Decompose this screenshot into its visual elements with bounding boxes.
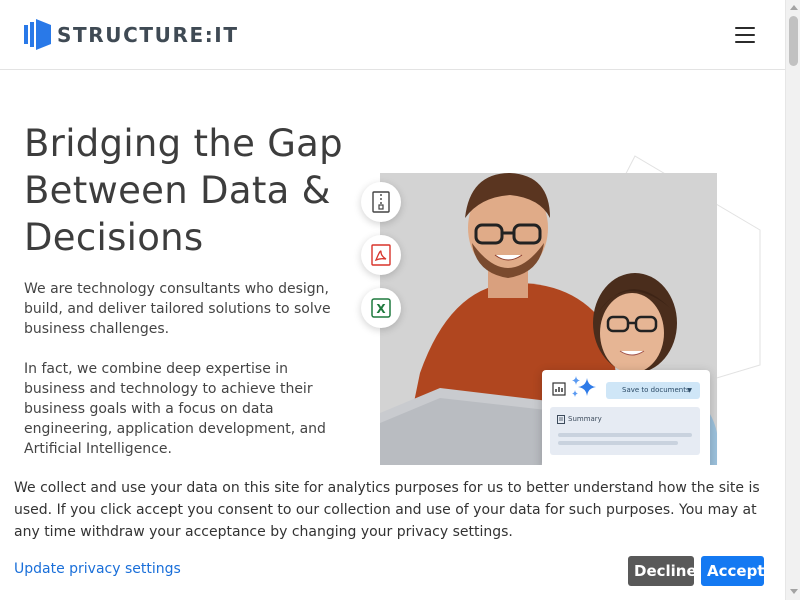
scroll-down-arrow-icon[interactable] [786, 586, 800, 598]
hero-title-line-3: Decisions [24, 216, 204, 259]
hero-title: Bridging the Gap Between Data & Decision… [24, 120, 364, 261]
summary-line [558, 441, 678, 445]
save-to-documents-label: Save to documents [622, 386, 690, 394]
cookie-consent-text: We collect and use your data on this sit… [14, 480, 760, 540]
svg-text:X: X [376, 302, 386, 316]
hero-title-line-2: Between Data & [24, 169, 331, 212]
logo-mark-icon [24, 19, 51, 50]
document-icon [557, 415, 565, 424]
chart-doc-icon [552, 382, 566, 396]
cookie-consent-banner: We collect and use your data on this sit… [0, 465, 785, 600]
scrollbar-thumb[interactable] [789, 16, 798, 66]
excel-file-icon: X [361, 288, 401, 328]
hero-illustration: X Save to documents ▼ Summary [350, 150, 770, 470]
decline-button[interactable]: Decline [628, 556, 697, 586]
chevron-down-icon: ▼ [687, 387, 692, 394]
scroll-up-arrow-icon[interactable] [786, 2, 800, 14]
hero-paragraph-intro: We are technology consultants who design… [24, 281, 331, 337]
summary-line [558, 433, 692, 437]
accept-button[interactable]: Accept [701, 556, 764, 586]
hero-paragraph-focus: In fact, we combine deep expertise in bu… [24, 361, 326, 457]
hamburger-menu-icon[interactable] [735, 27, 755, 43]
pdf-file-icon [361, 235, 401, 275]
logo-text: STRUCTURE:IT [57, 22, 239, 47]
save-to-documents-button[interactable]: Save to documents ▼ [606, 382, 700, 399]
site-header: STRUCTURE:IT [0, 0, 785, 70]
page-scrollbar[interactable] [785, 0, 800, 600]
update-privacy-settings-link[interactable]: Update privacy settings [14, 561, 181, 577]
document-card: Save to documents ▼ Summary [542, 370, 710, 470]
hero-title-line-1: Bridging the Gap [24, 122, 343, 165]
site-logo[interactable]: STRUCTURE:IT [24, 19, 239, 50]
sparkle-ai-icon [572, 376, 596, 397]
summary-label: Summary [568, 415, 602, 423]
summary-panel: Summary [550, 407, 700, 455]
zip-file-icon [361, 182, 401, 222]
